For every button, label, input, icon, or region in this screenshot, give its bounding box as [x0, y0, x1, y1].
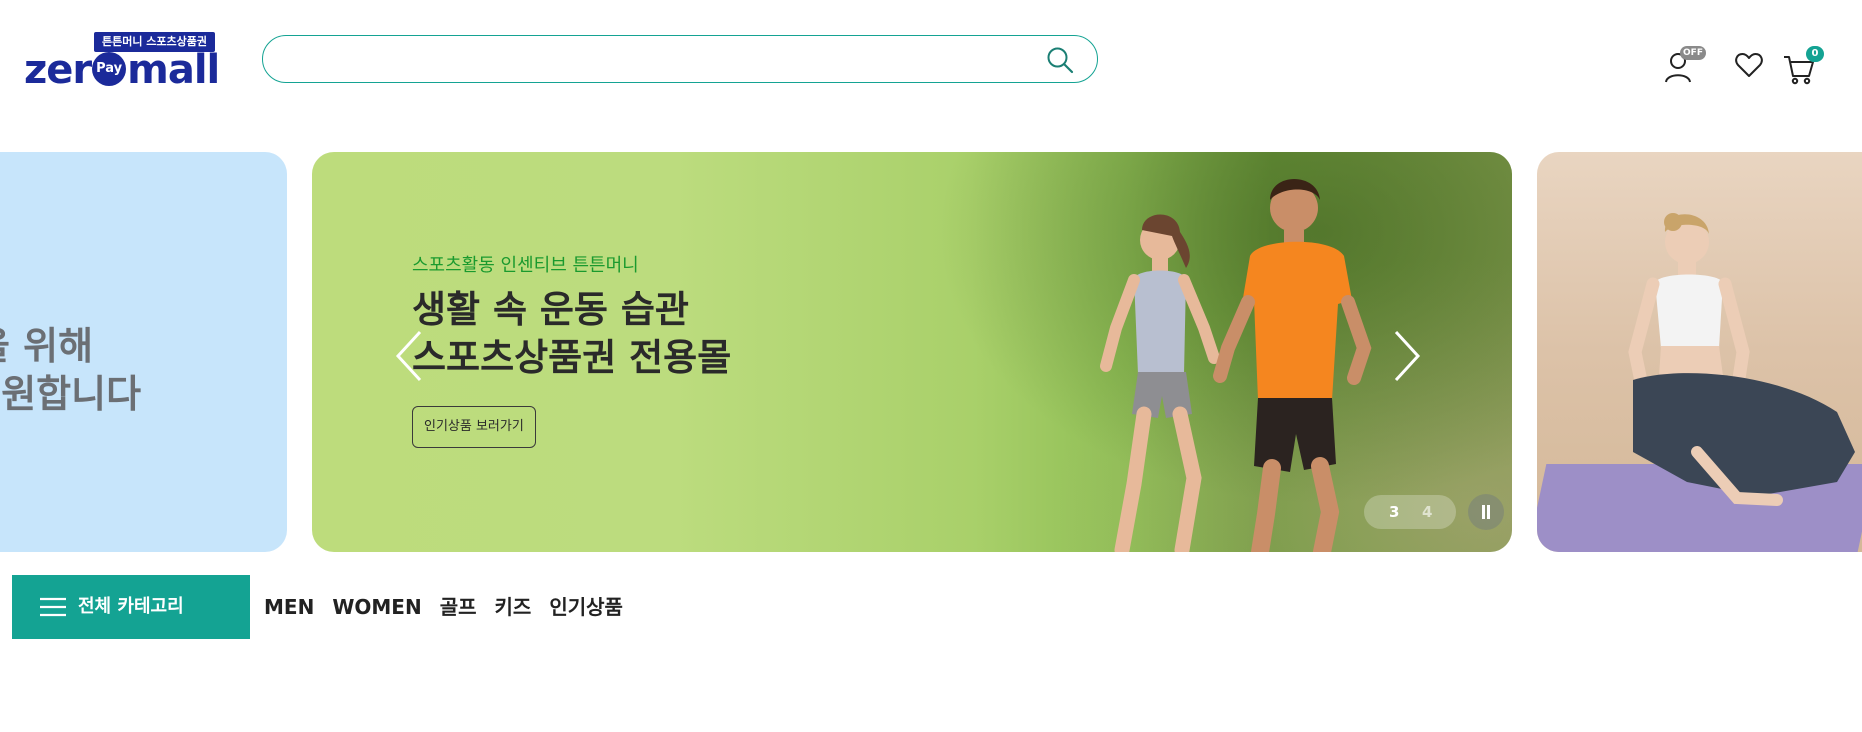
search-bar: [262, 35, 1098, 83]
main-banner-carousel: 상을 위해 l 응원합니다 스포츠활동 인: [0, 152, 1862, 552]
runners-illustration: [1100, 179, 1372, 552]
wishlist-button[interactable]: [1734, 50, 1764, 80]
all-categories-button[interactable]: 전체 카테고리: [12, 575, 250, 639]
search-icon: [1047, 47, 1074, 74]
menu-icon: [40, 597, 66, 617]
previous-slide-text: 상을 위해 l 응원합니다: [0, 322, 287, 418]
login-status-badge: OFF: [1680, 46, 1706, 60]
nav-link-men[interactable]: MEN: [264, 575, 314, 639]
logo-word-suffix: mall: [127, 47, 220, 93]
category-navigation: 전체 카테고리 MEN WOMEN 골프 키즈 인기상품: [0, 575, 1862, 639]
nav-link-popular[interactable]: 인기상품: [549, 575, 623, 639]
previous-slide-line: l 응원합니다: [0, 372, 142, 416]
carousel-prev-button[interactable]: [394, 328, 424, 384]
cart-button[interactable]: 0: [1782, 46, 1826, 86]
chevron-right-icon: [1394, 330, 1421, 382]
yoga-woman-illustration: [1628, 213, 1855, 506]
nav-link-golf[interactable]: 골프: [440, 575, 477, 639]
logo-pay-badge: Pay: [92, 52, 127, 86]
carousel-current-page: 3: [1389, 503, 1400, 521]
carousel-pagination: 3 4: [1364, 495, 1456, 529]
chevron-left-icon: [395, 330, 422, 382]
banner-slide-current[interactable]: 스포츠활동 인센티브 튼튼머니 생활 속 운동 습관 스포츠상품권 전용몰 인기…: [312, 152, 1512, 552]
category-links: MEN WOMEN 골프 키즈 인기상품: [264, 575, 641, 639]
carousel-next-page[interactable]: 4: [1422, 495, 1432, 529]
cart-count-badge: 0: [1806, 46, 1824, 62]
search-input[interactable]: [285, 44, 1029, 76]
nav-link-women[interactable]: WOMEN: [332, 575, 421, 639]
login-button[interactable]: OFF: [1664, 46, 1720, 86]
heart-icon: [1735, 53, 1763, 77]
banner-subtitle: 스포츠활동 인센티브 튼튼머니: [412, 255, 639, 276]
all-categories-label: 전체 카테고리: [78, 596, 184, 617]
carousel-pause-button[interactable]: [1468, 494, 1504, 530]
previous-slide-line: 상을 위해: [0, 324, 94, 368]
banner-title-line: 스포츠상품권 전용몰: [412, 336, 732, 379]
popular-products-button[interactable]: 인기상품 보러가기: [412, 406, 536, 448]
banner-slide-next[interactable]: [1537, 152, 1862, 552]
zeropay-mall-logo[interactable]: 튼튼머니 스포츠상품권 zer Pay mall: [24, 32, 220, 93]
nav-link-kids[interactable]: 키즈: [495, 575, 532, 639]
banner-slide-previous[interactable]: 상을 위해 l 응원합니다: [0, 152, 287, 552]
site-header: 튼튼머니 스포츠상품권 zer Pay mall OFF 0: [0, 0, 1862, 130]
search-button[interactable]: [1045, 45, 1075, 75]
carousel-next-button[interactable]: [1392, 328, 1422, 384]
logo-wordmark: zer Pay mall: [24, 47, 220, 93]
banner-title-line: 생활 속 운동 습관: [412, 288, 689, 331]
logo-word-prefix: zer: [24, 47, 92, 93]
banner-title: 생활 속 운동 습관 스포츠상품권 전용몰: [412, 286, 832, 382]
